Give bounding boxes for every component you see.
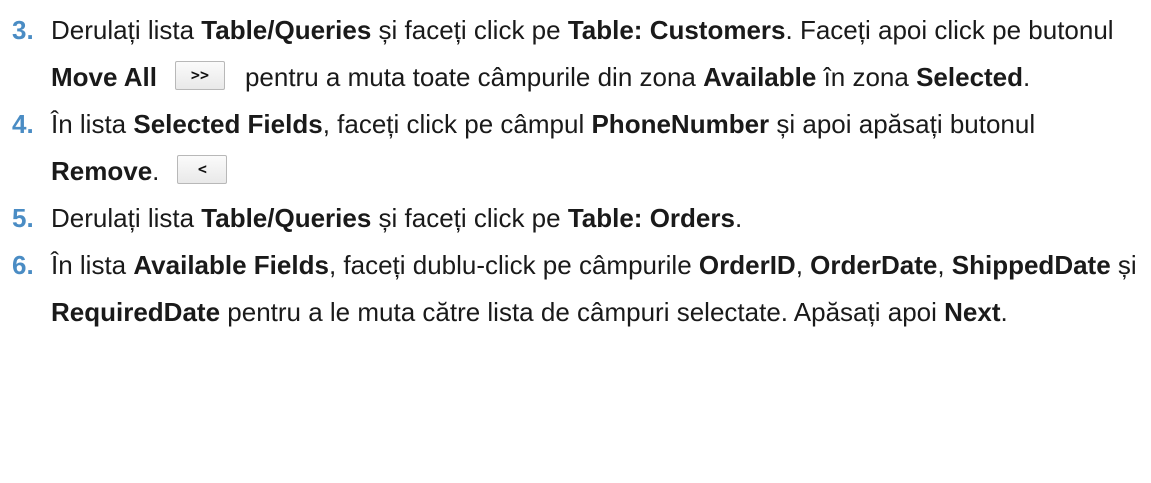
ui-term: OrderID [698, 250, 796, 280]
step-text: , [795, 250, 811, 280]
ui-term: Move All [51, 62, 157, 92]
step-number: 3. [12, 15, 34, 45]
ui-term: Table/Queries [201, 203, 372, 233]
step-3: 3. Derulați lista Table/Queries și faceți… [0, 7, 1151, 101]
ui-term: Selected Fields [133, 109, 323, 139]
step-text: În lista [51, 250, 134, 280]
ui-term: Available Fields [133, 250, 329, 280]
ui-term: PhoneNumber [591, 109, 770, 139]
step-number: 5. [12, 203, 34, 233]
step-text: pentru a le muta către lista de câmpuri … [220, 297, 945, 327]
step-text: În lista [51, 109, 134, 139]
step-text: și apoi apăsați butonul [769, 109, 1036, 139]
ui-term: Table: Orders [567, 203, 735, 233]
step-text: pentru a muta toate câmpurile din zona [244, 62, 704, 92]
ui-term: Next [944, 297, 1001, 327]
step-6: 6. În lista Available Fields, faceți dubl… [0, 242, 1151, 336]
ui-term: OrderDate [810, 250, 938, 280]
step-number: 4. [12, 109, 34, 139]
ui-term: RequiredDate [51, 297, 221, 327]
step-text: și [1110, 250, 1137, 280]
ui-term: ShippedDate [951, 250, 1111, 280]
ui-term: Remove [51, 156, 153, 186]
step-text: și faceți click pe [371, 15, 568, 45]
step-number: 6. [12, 250, 34, 280]
step-text: și faceți click pe [371, 203, 568, 233]
step-text: , faceți click pe câmpul [322, 109, 592, 139]
step-text: . Faceți apoi click pe butonul [785, 15, 1114, 45]
move-all-button[interactable]: >> [174, 60, 225, 90]
instruction-steps: 3. Derulați lista Table/Queries și faceți… [0, 0, 1151, 483]
step-text: . [152, 156, 160, 186]
ui-term: Available [703, 62, 817, 92]
step-text: Derulați lista [51, 203, 202, 233]
step-text: , [937, 250, 952, 280]
ui-term: Selected [916, 62, 1024, 92]
step-text: , faceți dublu-click pe câmpurile [328, 250, 699, 280]
step-text: . [1023, 62, 1031, 92]
ui-term: Table: Customers [567, 15, 786, 45]
step-5: 5. Derulați lista Table/Queries și faceți… [0, 195, 1151, 242]
step-text: în zona [816, 62, 917, 92]
step-text: . [1000, 297, 1008, 327]
remove-button[interactable]: < [177, 154, 228, 184]
step-text: Derulați lista [51, 15, 202, 45]
step-4: 4. În lista Selected Fields, faceți click… [0, 101, 1151, 195]
step-text: . [734, 203, 743, 233]
ui-term: Table/Queries [201, 15, 372, 45]
